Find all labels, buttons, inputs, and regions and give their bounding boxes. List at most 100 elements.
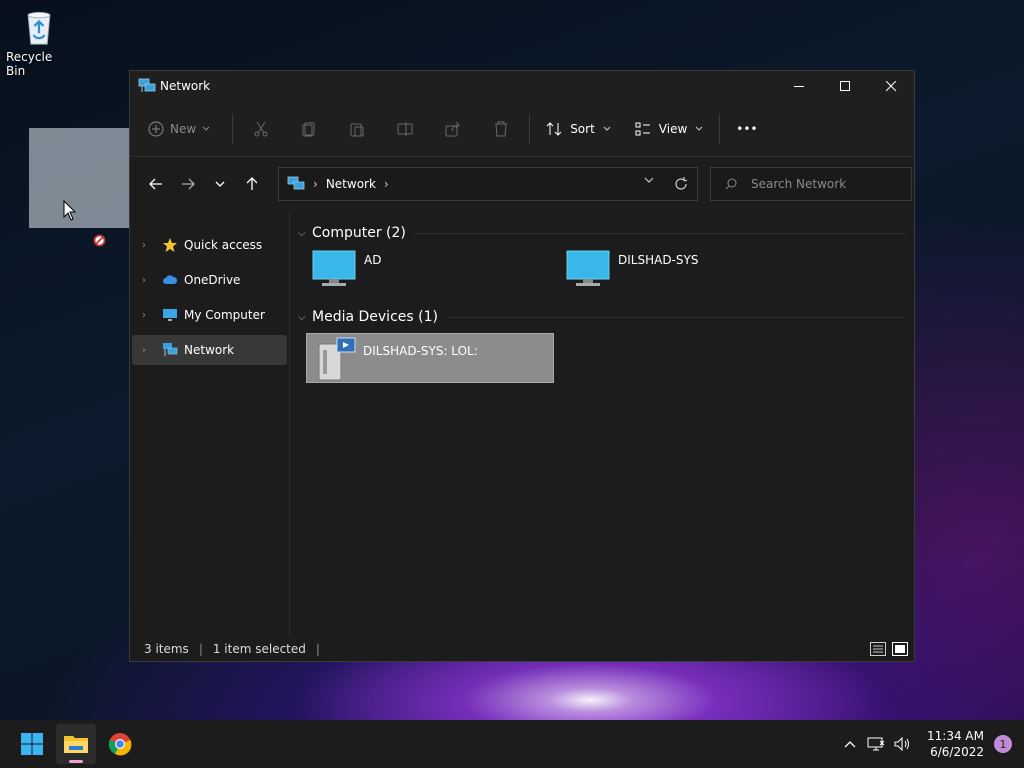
refresh-button[interactable] <box>665 177 697 191</box>
paste-button[interactable] <box>333 113 381 145</box>
share-button[interactable] <box>429 113 477 145</box>
cloud-icon <box>163 275 178 284</box>
desktop-selection-rectangle <box>29 128 129 228</box>
more-options-button[interactable]: ••• <box>724 113 769 145</box>
window-title: Network <box>160 79 211 93</box>
nav-label: Quick access <box>184 238 263 252</box>
group-header-media-devices[interactable]: ⌵ Media Devices (1) <box>298 305 906 329</box>
group-header-computer[interactable]: ⌵ Computer (2) <box>298 221 906 245</box>
search-icon <box>725 178 737 190</box>
status-divider: | <box>198 642 203 656</box>
close-button[interactable] <box>868 71 914 101</box>
nav-item-onedrive[interactable]: › OneDrive <box>132 265 287 295</box>
group-title: Media Devices (1) <box>312 309 438 325</box>
clipboard-icon <box>350 123 364 136</box>
notification-badge[interactable]: 1 <box>994 735 1012 753</box>
item-label: DILSHAD-SYS <box>618 253 699 267</box>
chevron-down-icon <box>695 126 703 131</box>
command-separator <box>719 113 721 144</box>
maximize-button[interactable] <box>822 71 868 101</box>
copy-button[interactable] <box>285 113 333 145</box>
network-icon <box>163 343 178 356</box>
nav-item-my-computer[interactable]: › My Computer <box>132 300 287 330</box>
address-row: › Network › Search Network <box>130 157 914 211</box>
arrow-left-icon <box>149 178 162 190</box>
rename-icon <box>397 121 413 136</box>
forward-button[interactable] <box>172 168 204 200</box>
up-button[interactable] <box>236 168 268 200</box>
mouse-cursor-icon <box>63 200 77 221</box>
nav-item-quick-access[interactable]: › Quick access <box>132 230 287 260</box>
sort-label: Sort <box>570 121 595 136</box>
clock-time: 11:34 AM <box>927 729 984 743</box>
system-tray: 11:34 AM 6/6/2022 1 <box>837 728 1024 760</box>
expand-chevron-icon[interactable]: › <box>142 240 162 251</box>
view-list-icon <box>635 122 650 135</box>
media-device-item[interactable]: DILSHAD-SYS: LOL: <box>306 333 554 383</box>
computer-item-dilshad-sys[interactable]: DILSHAD-SYS <box>566 245 820 303</box>
taskbar: 11:34 AM 6/6/2022 1 <box>0 720 1024 768</box>
collapse-chevron-icon: ⌵ <box>298 227 306 239</box>
group-title: Computer (2) <box>312 225 406 241</box>
expand-chevron-icon[interactable]: › <box>142 275 162 286</box>
file-explorer-window[interactable]: Network New Sort View ••• › Network › Se… <box>129 70 915 662</box>
plus-circle-icon <box>148 121 164 136</box>
recycle-bin-desktop-icon[interactable]: Recycle Bin <box>6 6 72 78</box>
details-view-icon[interactable] <box>870 642 886 656</box>
show-hidden-icons-button[interactable] <box>837 740 863 748</box>
status-divider: | <box>315 642 320 656</box>
file-explorer-taskbar-button[interactable] <box>56 724 96 764</box>
expand-chevron-icon[interactable]: › <box>142 345 162 356</box>
monitor-icon <box>163 309 177 321</box>
clock-date: 6/6/2022 <box>930 745 984 759</box>
minimize-icon <box>793 85 804 87</box>
new-button[interactable]: New <box>148 113 210 145</box>
breadcrumb-network[interactable]: Network <box>326 177 376 191</box>
start-button[interactable] <box>12 724 52 764</box>
view-button[interactable]: View <box>623 113 715 145</box>
computer-item-ad[interactable]: AD <box>312 245 566 303</box>
status-bar: 3 items | 1 item selected | <box>130 637 914 661</box>
computer-monitor-icon <box>312 250 356 286</box>
title-bar[interactable]: Network <box>130 71 914 101</box>
navigation-pane: › Quick access › OneDrive › My Computer … <box>130 211 290 637</box>
delete-button[interactable] <box>477 113 525 145</box>
maximize-icon <box>839 80 850 91</box>
group-divider <box>445 316 906 318</box>
items-count: 3 items <box>144 642 189 656</box>
address-bar[interactable]: › Network › <box>278 167 698 201</box>
new-label: New <box>170 121 197 136</box>
refresh-icon <box>675 177 687 190</box>
speaker-icon <box>894 736 910 752</box>
cut-button[interactable] <box>237 113 285 145</box>
nav-label: My Computer <box>184 308 265 322</box>
sort-button[interactable]: Sort <box>534 113 623 145</box>
chevron-down-icon <box>215 181 225 187</box>
expand-chevron-icon[interactable]: › <box>142 310 162 321</box>
clock[interactable]: 11:34 AM 6/6/2022 <box>927 728 984 760</box>
search-input[interactable]: Search Network <box>710 167 912 201</box>
arrow-right-icon <box>182 178 195 190</box>
rename-button[interactable] <box>381 113 429 145</box>
star-icon <box>163 238 177 252</box>
tiles-view-icon[interactable] <box>892 642 908 656</box>
chevron-down-icon <box>202 126 210 131</box>
back-button[interactable] <box>140 168 172 200</box>
breadcrumb-chevron-icon[interactable]: › <box>384 177 389 191</box>
address-dropdown-button[interactable] <box>633 177 665 191</box>
group-divider <box>413 232 906 234</box>
search-placeholder: Search Network <box>751 177 847 191</box>
collapse-chevron-icon: ⌵ <box>298 311 306 323</box>
breadcrumb-chevron-icon: › <box>313 177 318 191</box>
item-label: AD <box>364 253 382 267</box>
copy-icon <box>302 122 315 136</box>
chevron-down-icon <box>603 126 611 131</box>
recent-locations-button[interactable] <box>204 168 236 200</box>
chrome-taskbar-button[interactable] <box>100 724 140 764</box>
scissors-icon <box>254 121 268 136</box>
trash-icon <box>495 121 508 136</box>
volume-button[interactable] <box>889 736 915 752</box>
network-status-button[interactable] <box>863 736 889 752</box>
minimize-button[interactable] <box>776 71 822 101</box>
nav-item-network[interactable]: › Network <box>132 335 287 365</box>
